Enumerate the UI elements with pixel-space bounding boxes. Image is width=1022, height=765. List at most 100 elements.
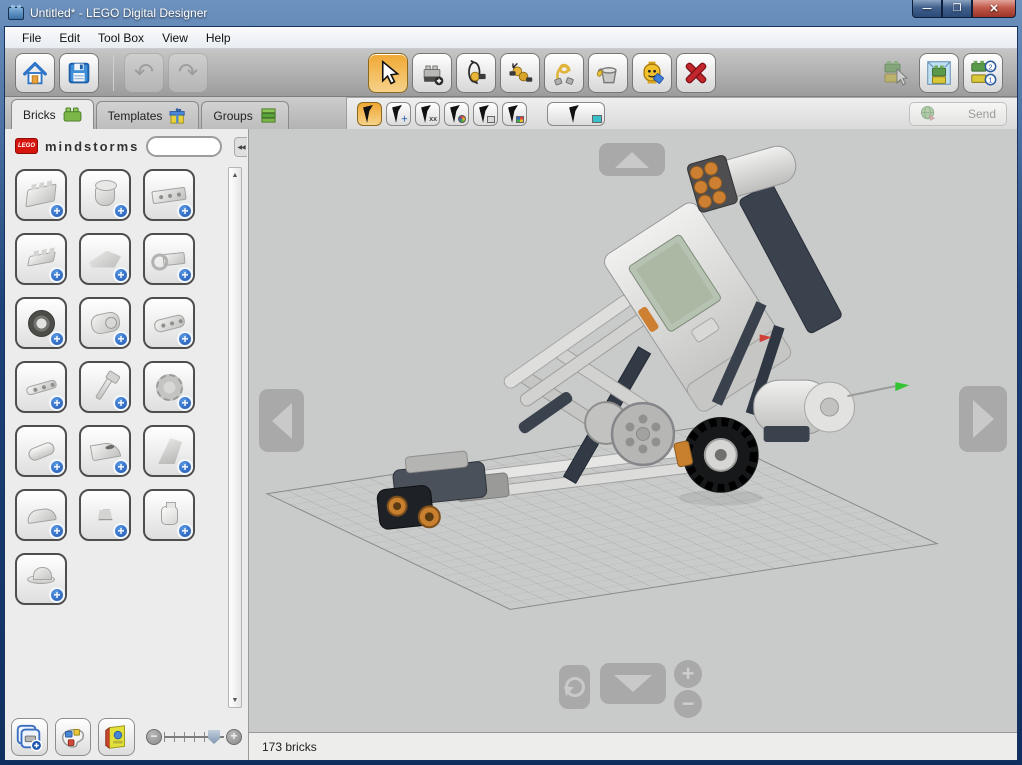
clone-brick-icon bbox=[423, 65, 443, 85]
brick-count: 173 bricks bbox=[262, 739, 317, 754]
flex-tool-button[interactable] bbox=[543, 52, 584, 93]
collapse-panel-handle[interactable]: ◀◀ bbox=[234, 137, 247, 157]
palette-item-technic-brick-1x4[interactable] bbox=[143, 169, 195, 221]
menu-edit[interactable]: Edit bbox=[50, 29, 89, 47]
camera-left-button[interactable] bbox=[259, 389, 304, 452]
gift-box-icon bbox=[169, 107, 186, 124]
select-tool-button[interactable] bbox=[367, 52, 408, 93]
send-button[interactable]: Send bbox=[909, 101, 1007, 126]
single-select-button[interactable] bbox=[357, 101, 382, 126]
toolbar-separator bbox=[113, 54, 114, 91]
undo-icon: ↶ bbox=[133, 58, 155, 86]
brick-palette-sidebar: LEGO mindstorms ◀◀ + + + + + + + + + + +… bbox=[5, 129, 249, 760]
tab-groups-label: Groups bbox=[213, 108, 253, 123]
home-button[interactable] bbox=[15, 52, 55, 93]
color-shape-select-button[interactable] bbox=[502, 101, 527, 126]
menu-view[interactable]: View bbox=[153, 29, 197, 47]
palette-item-tail-fin[interactable] bbox=[143, 425, 195, 477]
parts-catalog-button[interactable] bbox=[98, 718, 136, 756]
palette-item-curved-panel[interactable] bbox=[79, 425, 131, 477]
hinge-tool-button[interactable] bbox=[455, 52, 496, 93]
building-guide-mode-button[interactable]: 2 1 bbox=[963, 52, 1003, 93]
add-brick-badge bbox=[113, 331, 129, 347]
slider-thumb[interactable] bbox=[208, 730, 221, 744]
palette-item-technic-motor[interactable] bbox=[79, 297, 131, 349]
building-guide-icon: 2 1 bbox=[971, 60, 997, 85]
camera-down-button[interactable] bbox=[600, 663, 666, 704]
add-select-button[interactable]: ＋ bbox=[386, 101, 411, 126]
palette-item-brick-2x3[interactable] bbox=[15, 169, 67, 221]
palette-item-plate-with-clip[interactable] bbox=[143, 233, 195, 285]
hinge-icon bbox=[467, 59, 486, 84]
camera-right-button[interactable] bbox=[959, 386, 1007, 452]
menu-help[interactable]: Help bbox=[197, 29, 240, 47]
palette-item-axle-pin[interactable] bbox=[79, 361, 131, 413]
3d-build-canvas[interactable] bbox=[249, 129, 1017, 732]
slider-track[interactable] bbox=[164, 730, 225, 744]
rotate-icon bbox=[564, 677, 585, 697]
tab-templates[interactable]: Templates bbox=[95, 101, 200, 129]
selection-mode-strip: ＋ xx Send bbox=[346, 97, 1017, 129]
send-globe-icon bbox=[920, 105, 936, 121]
robot-model bbox=[265, 145, 939, 610]
palette-item-plate-2x2[interactable] bbox=[15, 233, 67, 285]
zoom-out-button[interactable] bbox=[674, 690, 702, 718]
menu-bar: File Edit Tool Box View Help bbox=[5, 27, 1017, 49]
hide-tool-button[interactable] bbox=[631, 52, 672, 93]
palette-scrollbar[interactable]: ▲ ▼ bbox=[228, 167, 242, 708]
minimize-icon bbox=[923, 3, 932, 14]
palette-item-gear-wheel[interactable] bbox=[143, 361, 195, 413]
size-minus-button[interactable] bbox=[146, 729, 163, 745]
brick-search-input[interactable] bbox=[146, 135, 222, 157]
tab-groups[interactable]: Groups bbox=[201, 101, 289, 129]
paint-tool-button[interactable] bbox=[587, 52, 628, 93]
redo-button[interactable]: ↷ bbox=[168, 52, 208, 93]
add-brick-badge bbox=[49, 395, 65, 411]
palette-item-mudguard[interactable] bbox=[15, 489, 67, 541]
palette-item-hat[interactable] bbox=[15, 553, 67, 605]
menu-file[interactable]: File bbox=[13, 29, 50, 47]
right-arrow-icon bbox=[972, 400, 994, 438]
close-icon bbox=[989, 2, 998, 15]
palette-item-tube[interactable] bbox=[15, 425, 67, 477]
yellow-box-icon bbox=[104, 725, 125, 749]
palette-item-wheel-tire[interactable] bbox=[15, 297, 67, 349]
xx-badge-icon: xx bbox=[429, 115, 437, 123]
zoom-in-button[interactable] bbox=[674, 660, 702, 688]
build-mode-button[interactable] bbox=[875, 53, 915, 93]
color-filter-button[interactable] bbox=[54, 718, 92, 756]
close-button[interactable] bbox=[972, 0, 1016, 18]
scroll-up-icon[interactable]: ▲ bbox=[229, 169, 241, 181]
color-select-button[interactable] bbox=[444, 101, 469, 126]
hinge-align-tool-button[interactable] bbox=[499, 52, 540, 93]
menu-toolbox[interactable]: Tool Box bbox=[89, 29, 153, 47]
camera-rotate-button[interactable] bbox=[559, 665, 590, 709]
palette-item-thin-liftarm[interactable] bbox=[15, 361, 67, 413]
maximize-button[interactable] bbox=[942, 0, 972, 18]
tab-bricks[interactable]: Bricks bbox=[11, 99, 94, 129]
palette-item-beam-3[interactable] bbox=[143, 297, 195, 349]
palette-item-minifigure[interactable] bbox=[79, 489, 131, 541]
connected-select-button[interactable]: xx bbox=[415, 101, 440, 126]
size-plus-button[interactable] bbox=[226, 729, 243, 745]
minimize-button[interactable] bbox=[912, 0, 942, 18]
camera-up-button[interactable] bbox=[599, 143, 665, 176]
delete-tool-button[interactable] bbox=[675, 52, 716, 93]
scroll-down-icon[interactable]: ▼ bbox=[229, 694, 241, 706]
shape-select-button[interactable] bbox=[473, 101, 498, 126]
add-brick-badge bbox=[177, 523, 193, 539]
undo-button[interactable]: ↶ bbox=[124, 52, 164, 93]
paint-bucket-icon bbox=[596, 66, 617, 83]
clone-tool-button[interactable] bbox=[411, 52, 452, 93]
palette-view-button[interactable] bbox=[11, 718, 48, 756]
title-bar[interactable]: Untitled* - LEGO Digital Designer bbox=[0, 0, 1022, 26]
save-button[interactable] bbox=[59, 52, 99, 93]
invert-select-button[interactable] bbox=[547, 101, 605, 126]
build-mode-icon bbox=[884, 60, 909, 86]
add-brick-badge bbox=[113, 523, 129, 539]
add-brick-badge bbox=[177, 395, 193, 411]
palette-item-brick-round[interactable] bbox=[79, 169, 131, 221]
view-mode-button[interactable] bbox=[919, 52, 959, 93]
palette-item-minifig-head[interactable] bbox=[143, 489, 195, 541]
palette-item-wedge-plate[interactable] bbox=[79, 233, 131, 285]
